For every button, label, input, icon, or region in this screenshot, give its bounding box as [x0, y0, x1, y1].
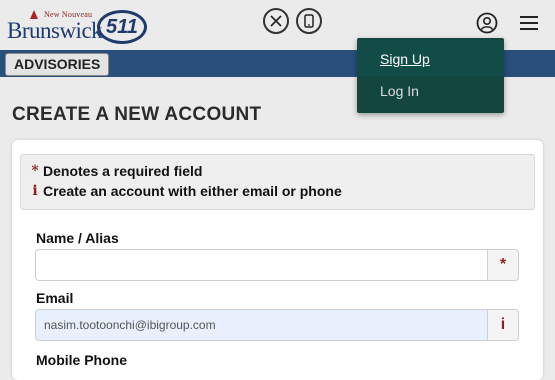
x-logo-icon [270, 15, 282, 27]
asterisk-icon: * [31, 163, 39, 179]
form-notice: * Denotes a required field i Create an a… [20, 154, 535, 210]
account-dropdown-menu: Sign Up Log In [357, 38, 504, 113]
hamburger-menu-icon [520, 16, 538, 30]
email-field-label: Email [36, 290, 74, 306]
email-info-icon[interactable]: i [487, 309, 519, 341]
user-circle-icon [476, 12, 498, 34]
info-notice-text: Create an account with either email or p… [43, 183, 342, 199]
email-input[interactable] [35, 309, 487, 341]
sign-up-menu-item[interactable]: Sign Up [380, 51, 430, 67]
mobile-phone-icon [304, 14, 314, 28]
logo-name: Brunswick [7, 18, 103, 43]
required-notice: * Denotes a required field [29, 163, 202, 179]
hamburger-menu-button[interactable] [518, 14, 540, 32]
new-brunswick-511-logo[interactable]: New Nouveau Brunswick 511 [6, 8, 151, 44]
create-account-form-card: * Denotes a required field i Create an a… [12, 140, 543, 380]
info-icon: i [32, 183, 38, 199]
account-menu-button[interactable] [476, 12, 498, 34]
page-title: CREATE A NEW ACCOUNT [12, 104, 262, 125]
mobile-app-button[interactable] [296, 8, 322, 34]
logo-511-badge: 511 [97, 10, 147, 44]
advisories-button[interactable]: ADVISORIES [5, 53, 110, 76]
info-notice: i Create an account with either email or… [29, 183, 342, 199]
name-alias-input[interactable] [35, 249, 487, 281]
log-in-menu-item[interactable]: Log In [380, 83, 419, 99]
name-field-label: Name / Alias [36, 230, 119, 246]
required-asterisk-icon: * [487, 249, 519, 281]
mobile-phone-field-label: Mobile Phone [36, 352, 127, 368]
name-field-group: * [35, 249, 519, 281]
email-field-group: i [35, 309, 519, 341]
x-social-button[interactable] [263, 8, 289, 34]
required-notice-text: Denotes a required field [43, 163, 203, 179]
